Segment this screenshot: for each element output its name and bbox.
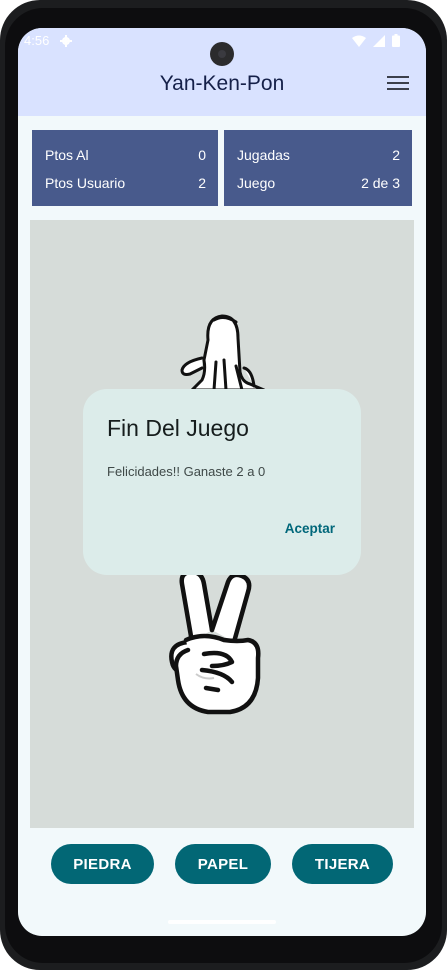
dialog-message: Felicidades!! Ganaste 2 a 0 [107, 464, 266, 479]
screen: 4:56 Yan-Ken-Pon Ptos Al 0 Ptos Usuario … [18, 28, 426, 936]
rock-button[interactable]: PIEDRA [51, 844, 154, 884]
paper-button[interactable]: PAPEL [175, 844, 271, 884]
dialog-title: Fin Del Juego [107, 415, 249, 441]
device-frame: 4:56 Yan-Ken-Pon Ptos Al 0 Ptos Usuario … [0, 0, 447, 970]
home-indicator[interactable] [168, 920, 276, 924]
game-over-dialog: Fin Del Juego Felicidades!! Ganaste 2 a … [83, 389, 361, 575]
accept-button[interactable]: Aceptar [281, 519, 339, 538]
scissors-button[interactable]: TIJERA [292, 844, 393, 884]
